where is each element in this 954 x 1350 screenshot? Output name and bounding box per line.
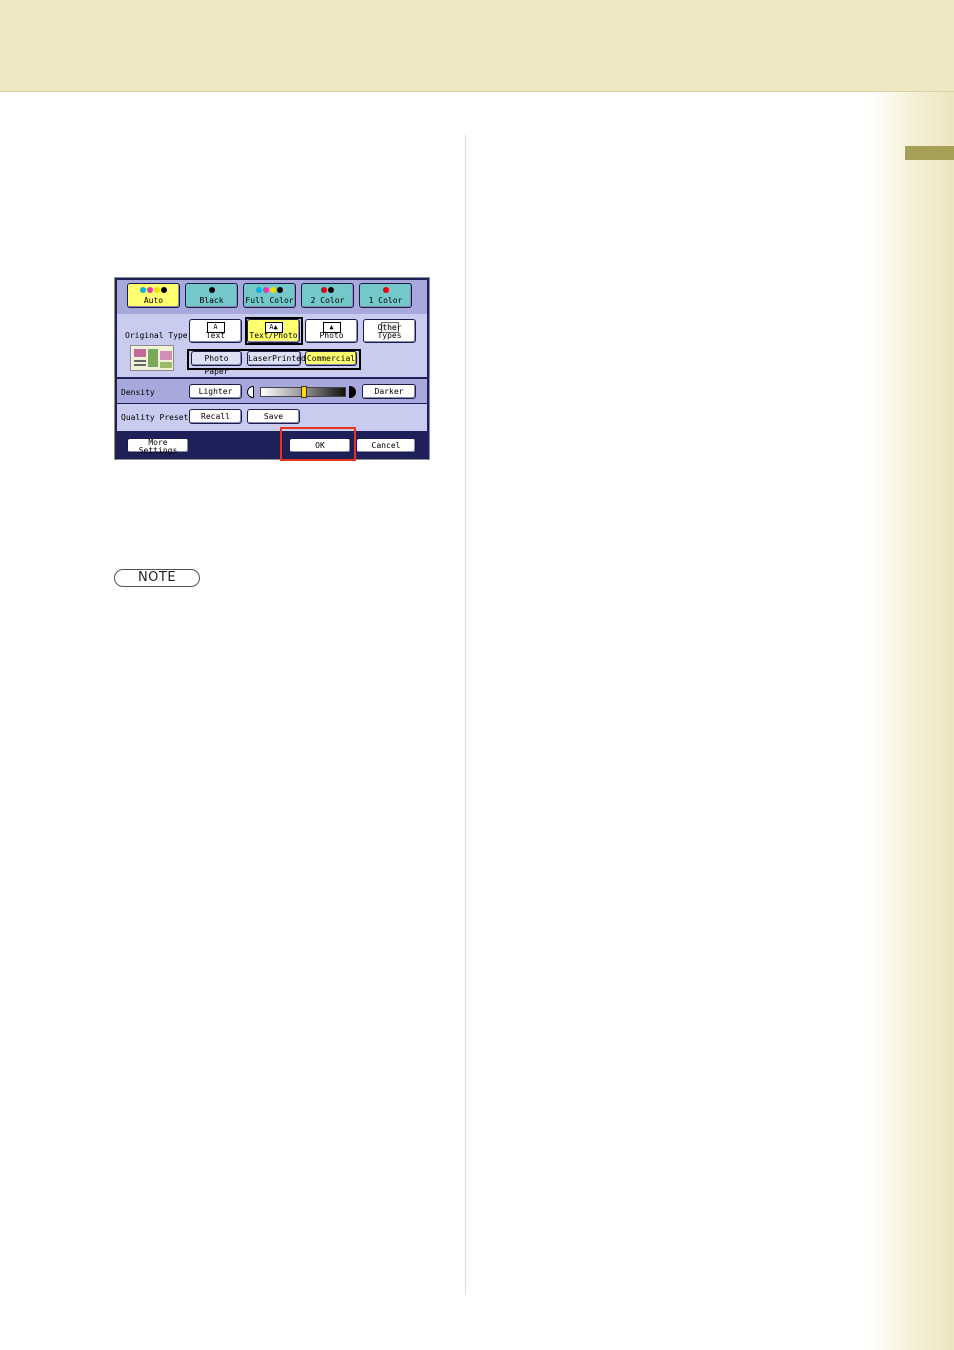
color-dots-icon	[302, 287, 353, 294]
type-photo-button[interactable]: ▲ Photo	[305, 319, 358, 343]
type-other-types-button[interactable]: Other Types	[363, 319, 416, 343]
subtype-commercial-button[interactable]: Commercial	[305, 351, 357, 366]
density-slider-thumb[interactable]	[301, 386, 307, 398]
color-dot	[263, 287, 269, 293]
type-text-photo-label: Text/Photo	[249, 331, 298, 340]
cancel-button[interactable]: Cancel	[356, 438, 416, 453]
color-dots-icon	[186, 287, 237, 294]
color-full-color-label: Full Color	[245, 296, 294, 305]
color-black-button[interactable]: Black	[185, 283, 238, 308]
color-dot	[277, 287, 283, 293]
color-2-color-button[interactable]: 2 Color	[301, 283, 354, 308]
color-dots-icon	[128, 287, 179, 294]
color-dots-icon	[244, 287, 295, 294]
page-header-band	[0, 0, 954, 92]
note-label: NOTE	[114, 569, 200, 587]
ok-button-highlight	[280, 427, 356, 461]
lighter-button[interactable]: Lighter	[189, 384, 242, 399]
color-dot	[328, 287, 334, 293]
type-photo-label: Photo	[319, 331, 344, 340]
color-black-label: Black	[199, 296, 224, 305]
color-auto-label: Auto	[143, 296, 164, 305]
subtype-laserprinted-button[interactable]: LaserPrinted	[247, 351, 306, 366]
right-margin-band	[870, 92, 954, 1350]
color-dot	[382, 287, 389, 293]
color-full-color-button[interactable]: Full Color	[243, 283, 296, 308]
color-dot	[270, 287, 276, 293]
quality-presets-label: Quality Presets	[121, 413, 194, 422]
column-divider	[465, 135, 466, 1295]
color-dot	[321, 287, 327, 293]
type-other-types-label: Other Types	[377, 323, 402, 340]
type-text-button[interactable]: A Text	[189, 319, 242, 343]
original-type-label: Original Type	[125, 331, 188, 340]
color-1-color-button[interactable]: 1 Color	[359, 283, 412, 308]
color-dot	[208, 287, 215, 293]
color-dot	[140, 287, 146, 293]
color-auto-button[interactable]: Auto	[127, 283, 180, 308]
subtype-photo-paper-button[interactable]: Photo Paper	[191, 351, 242, 376]
density-label: Density	[121, 388, 155, 397]
copier-quality-panel: Auto Black Full Color 2 Color 1 Color Or…	[114, 277, 430, 460]
type-text-photo-button[interactable]: A▲ Text/Photo	[247, 319, 300, 343]
chapter-tab	[905, 146, 954, 160]
save-button[interactable]: Save	[247, 409, 300, 424]
lighter-half-circle-icon	[247, 386, 254, 398]
darker-button[interactable]: Darker	[362, 384, 416, 399]
color-dot	[147, 287, 153, 293]
color-1-color-label: 1 Color	[368, 296, 403, 305]
color-2-color-label: 2 Color	[310, 296, 345, 305]
color-dot	[161, 287, 167, 293]
color-dots-icon	[360, 287, 411, 294]
original-preview-thumbnail	[130, 345, 174, 371]
type-text-label: Text	[205, 331, 226, 340]
recall-button[interactable]: Recall	[189, 409, 242, 424]
more-settings-button[interactable]: More Settings	[127, 438, 189, 455]
color-dot	[154, 287, 160, 293]
color-dot	[256, 287, 262, 293]
